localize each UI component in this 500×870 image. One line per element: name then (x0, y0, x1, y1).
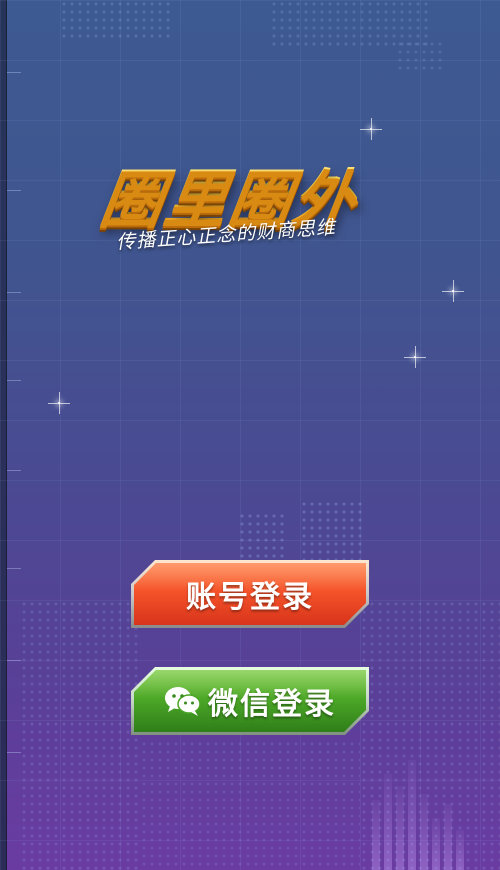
axis-tick (7, 380, 21, 381)
account-login-button[interactable]: 账号登录 (134, 563, 366, 625)
dot-pattern (140, 740, 360, 870)
sparkle-decoration (360, 118, 382, 140)
equalizer-bar (396, 786, 404, 870)
axis-tick (7, 568, 21, 569)
account-login-label: 账号登录 (186, 580, 314, 615)
login-screen: 圈里圈外 传播正心正念的财商思维 账号登录 微信登录 (0, 0, 500, 870)
sparkle-decoration (48, 392, 70, 414)
axis-tick (7, 470, 21, 471)
axis-tick (7, 72, 21, 73)
wechat-login-button[interactable]: 微信登录 (134, 670, 366, 732)
axis-tick (7, 752, 21, 753)
equalizer-bar (408, 760, 416, 870)
equalizer-bar (420, 794, 428, 870)
equalizer-bar (384, 774, 392, 870)
dot-pattern (360, 600, 500, 870)
equalizer-bar (456, 830, 464, 870)
axis-tick (7, 190, 21, 191)
dot-pattern (60, 0, 170, 40)
wechat-login-label: 微信登录 (208, 687, 336, 722)
equalizer-bar (444, 804, 452, 870)
sparkle-decoration (442, 280, 464, 302)
dot-pattern (20, 600, 140, 870)
dot-pattern (396, 40, 446, 70)
sparkle-decoration (404, 346, 426, 368)
axis-tick (7, 660, 21, 661)
app-logo: 圈里圈外 传播正心正念的财商思维 (96, 148, 408, 258)
wechat-icon (165, 687, 201, 716)
axis-tick (7, 292, 21, 293)
equalizer-bar (372, 800, 380, 870)
equalizer-bar (432, 818, 440, 870)
